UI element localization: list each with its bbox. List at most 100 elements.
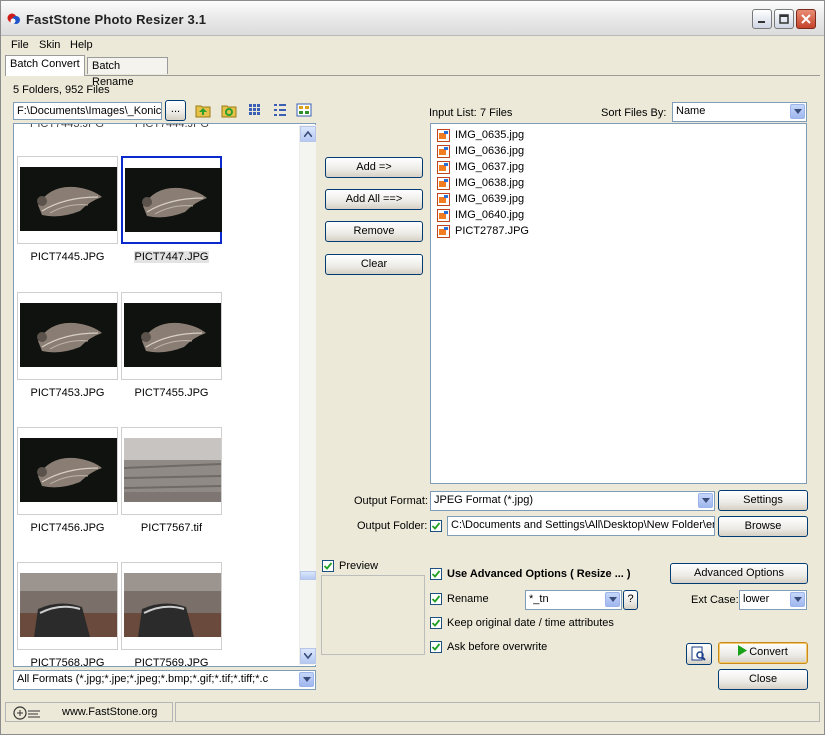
output-folder-checkbox[interactable] (430, 520, 442, 532)
folder-path-input[interactable]: F:\Documents\Images\_Konica (13, 102, 162, 120)
output-folder-label: Output Folder: (357, 520, 428, 532)
menu-help[interactable]: Help (70, 39, 93, 51)
browse-output-button[interactable]: Browse (718, 516, 808, 537)
title-bar[interactable]: FastStone Photo Resizer 3.1 (1, 1, 824, 36)
input-file-item[interactable]: IMG_0636.jpg (437, 143, 524, 159)
checkmark-icon (323, 562, 333, 570)
thumbnail-browser[interactable]: PICT7443.JPG PICT7444.JPG PICT7445.JPG PI… (13, 123, 316, 667)
thumbnail-item[interactable] (121, 427, 222, 515)
thumbnail-item[interactable] (17, 292, 118, 380)
chevron-down-icon (793, 597, 802, 602)
minimize-button[interactable] (752, 9, 772, 29)
app-window: FastStone Photo Resizer 3.1 File Skin He… (0, 0, 825, 735)
output-format-select[interactable]: JPEG Format (*.jpg) (430, 491, 715, 511)
thumbnail-scrollbar[interactable] (299, 125, 316, 665)
input-file-item[interactable]: IMG_0640.jpg (437, 207, 524, 223)
file-filter-select[interactable]: All Formats (*.jpg;*.jpe;*.jpeg;*.bmp;*.… (13, 670, 316, 690)
checkmark-icon (431, 595, 441, 603)
keep-date-label: Keep original date / time attributes (447, 617, 614, 629)
scroll-down-button[interactable] (300, 648, 316, 664)
ext-case-dropdown-button[interactable] (790, 592, 805, 607)
rename-dropdown-button[interactable] (605, 592, 620, 607)
partial-thumb-label: PICT7444.JPG (135, 123, 209, 130)
thumbnail-filename-text: PICT7567.tif (140, 522, 203, 534)
large-thumbnails-icon[interactable] (247, 102, 263, 118)
input-file-item[interactable]: IMG_0635.jpg (437, 127, 524, 143)
thumbnail-filename: PICT7568.JPG (17, 657, 118, 666)
thumbnail-item[interactable] (121, 292, 222, 380)
thumbnail-item[interactable] (17, 427, 118, 515)
output-format-value: JPEG Format (*.jpg) (434, 494, 534, 506)
thumbnail-filename-text: PICT7447.JPG (133, 251, 210, 263)
close-button[interactable]: Close (718, 669, 808, 690)
ext-case-select[interactable]: lower (739, 590, 807, 610)
add-all-button[interactable]: Add All ==> (325, 189, 423, 210)
maximize-button[interactable] (774, 9, 794, 29)
image-file-icon (437, 224, 450, 238)
close-window-button[interactable] (796, 9, 816, 29)
add-button[interactable]: Add => (325, 157, 423, 178)
settings-button[interactable]: Settings (718, 490, 808, 511)
thumbnail-item[interactable] (17, 562, 118, 650)
checkmark-icon (431, 619, 441, 627)
magnifier-icon (691, 646, 706, 661)
input-file-item[interactable]: PICT2787.JPG (437, 223, 529, 239)
preview-zoom-button[interactable] (686, 643, 712, 665)
menu-file[interactable]: File (11, 39, 29, 51)
partial-thumb-label: PICT7443.JPG (30, 123, 104, 130)
sort-files-value: Name (676, 105, 706, 117)
filter-dropdown-button[interactable] (299, 672, 314, 687)
rename-checkbox[interactable] (430, 593, 442, 605)
minimize-icon (758, 21, 765, 23)
image-file-icon (437, 208, 450, 222)
format-dropdown-button[interactable] (698, 493, 713, 508)
browse-folder-button[interactable]: ... (165, 100, 186, 121)
keep-date-checkbox[interactable] (430, 617, 442, 629)
convert-button[interactable]: Convert (718, 642, 808, 664)
scroll-thumb[interactable] (300, 571, 316, 580)
status-cell-website: www.FastStone.org (5, 702, 173, 722)
image-file-icon (437, 176, 450, 190)
chevron-down-icon (304, 653, 312, 659)
tab-batch-convert[interactable]: Batch Convert (5, 55, 85, 76)
scroll-up-button[interactable] (300, 126, 316, 142)
thumbnail-item[interactable] (121, 562, 222, 650)
input-file-item[interactable]: IMG_0637.jpg (437, 159, 524, 175)
input-file-name: PICT2787.JPG (455, 225, 529, 237)
input-file-name: IMG_0636.jpg (455, 145, 525, 157)
input-file-list[interactable]: IMG_0635.jpg IMG_0636.jpg IMG_0637.jpg IMG_… (430, 123, 807, 484)
input-file-name: IMG_0639.jpg (455, 193, 525, 205)
thumbnail-item[interactable] (121, 156, 222, 244)
thumbnail-image (124, 573, 221, 637)
thumbnail-filename: PICT7453.JPG (17, 387, 118, 399)
rename-help-button[interactable]: ? (623, 590, 638, 610)
advanced-options-button[interactable]: Advanced Options (670, 563, 808, 584)
thumbnail-filename-text: PICT7455.JPG (134, 387, 209, 399)
clear-button[interactable]: Clear (325, 254, 423, 275)
output-folder-input[interactable]: C:\Documents and Settings\All\Desktop\Ne… (447, 516, 715, 536)
input-file-item[interactable]: IMG_0639.jpg (437, 191, 524, 207)
tab-strip: Batch Convert Batch Rename (5, 55, 820, 88)
status-bar: www.FastStone.org (5, 701, 820, 723)
tab-batch-rename[interactable]: Batch Rename (87, 57, 168, 88)
image-file-icon (437, 192, 450, 206)
refresh-folder-icon[interactable] (221, 102, 237, 118)
input-file-item[interactable]: IMG_0638.jpg (437, 175, 524, 191)
thumbnail-filename: PICT7447.JPG (121, 251, 222, 263)
sort-dropdown-button[interactable] (790, 104, 805, 119)
image-file-icon (437, 144, 450, 158)
sort-files-select[interactable]: Name (672, 102, 807, 122)
advanced-options-checkbox[interactable] (430, 568, 442, 580)
thumbnail-item[interactable] (17, 156, 118, 244)
rename-pattern-input[interactable]: *_tn (525, 590, 622, 610)
image-file-icon (437, 160, 450, 174)
ask-overwrite-checkbox[interactable] (430, 641, 442, 653)
thumbnail-image (124, 438, 221, 502)
remove-button[interactable]: Remove (325, 221, 423, 242)
menu-skin[interactable]: Skin (39, 39, 60, 51)
details-view-icon[interactable] (272, 102, 288, 118)
thumbnail-view-icon[interactable] (296, 102, 312, 118)
folder-up-icon[interactable] (195, 102, 211, 118)
preview-checkbox[interactable] (322, 560, 334, 572)
website-link[interactable]: www.FastStone.org (62, 706, 157, 718)
